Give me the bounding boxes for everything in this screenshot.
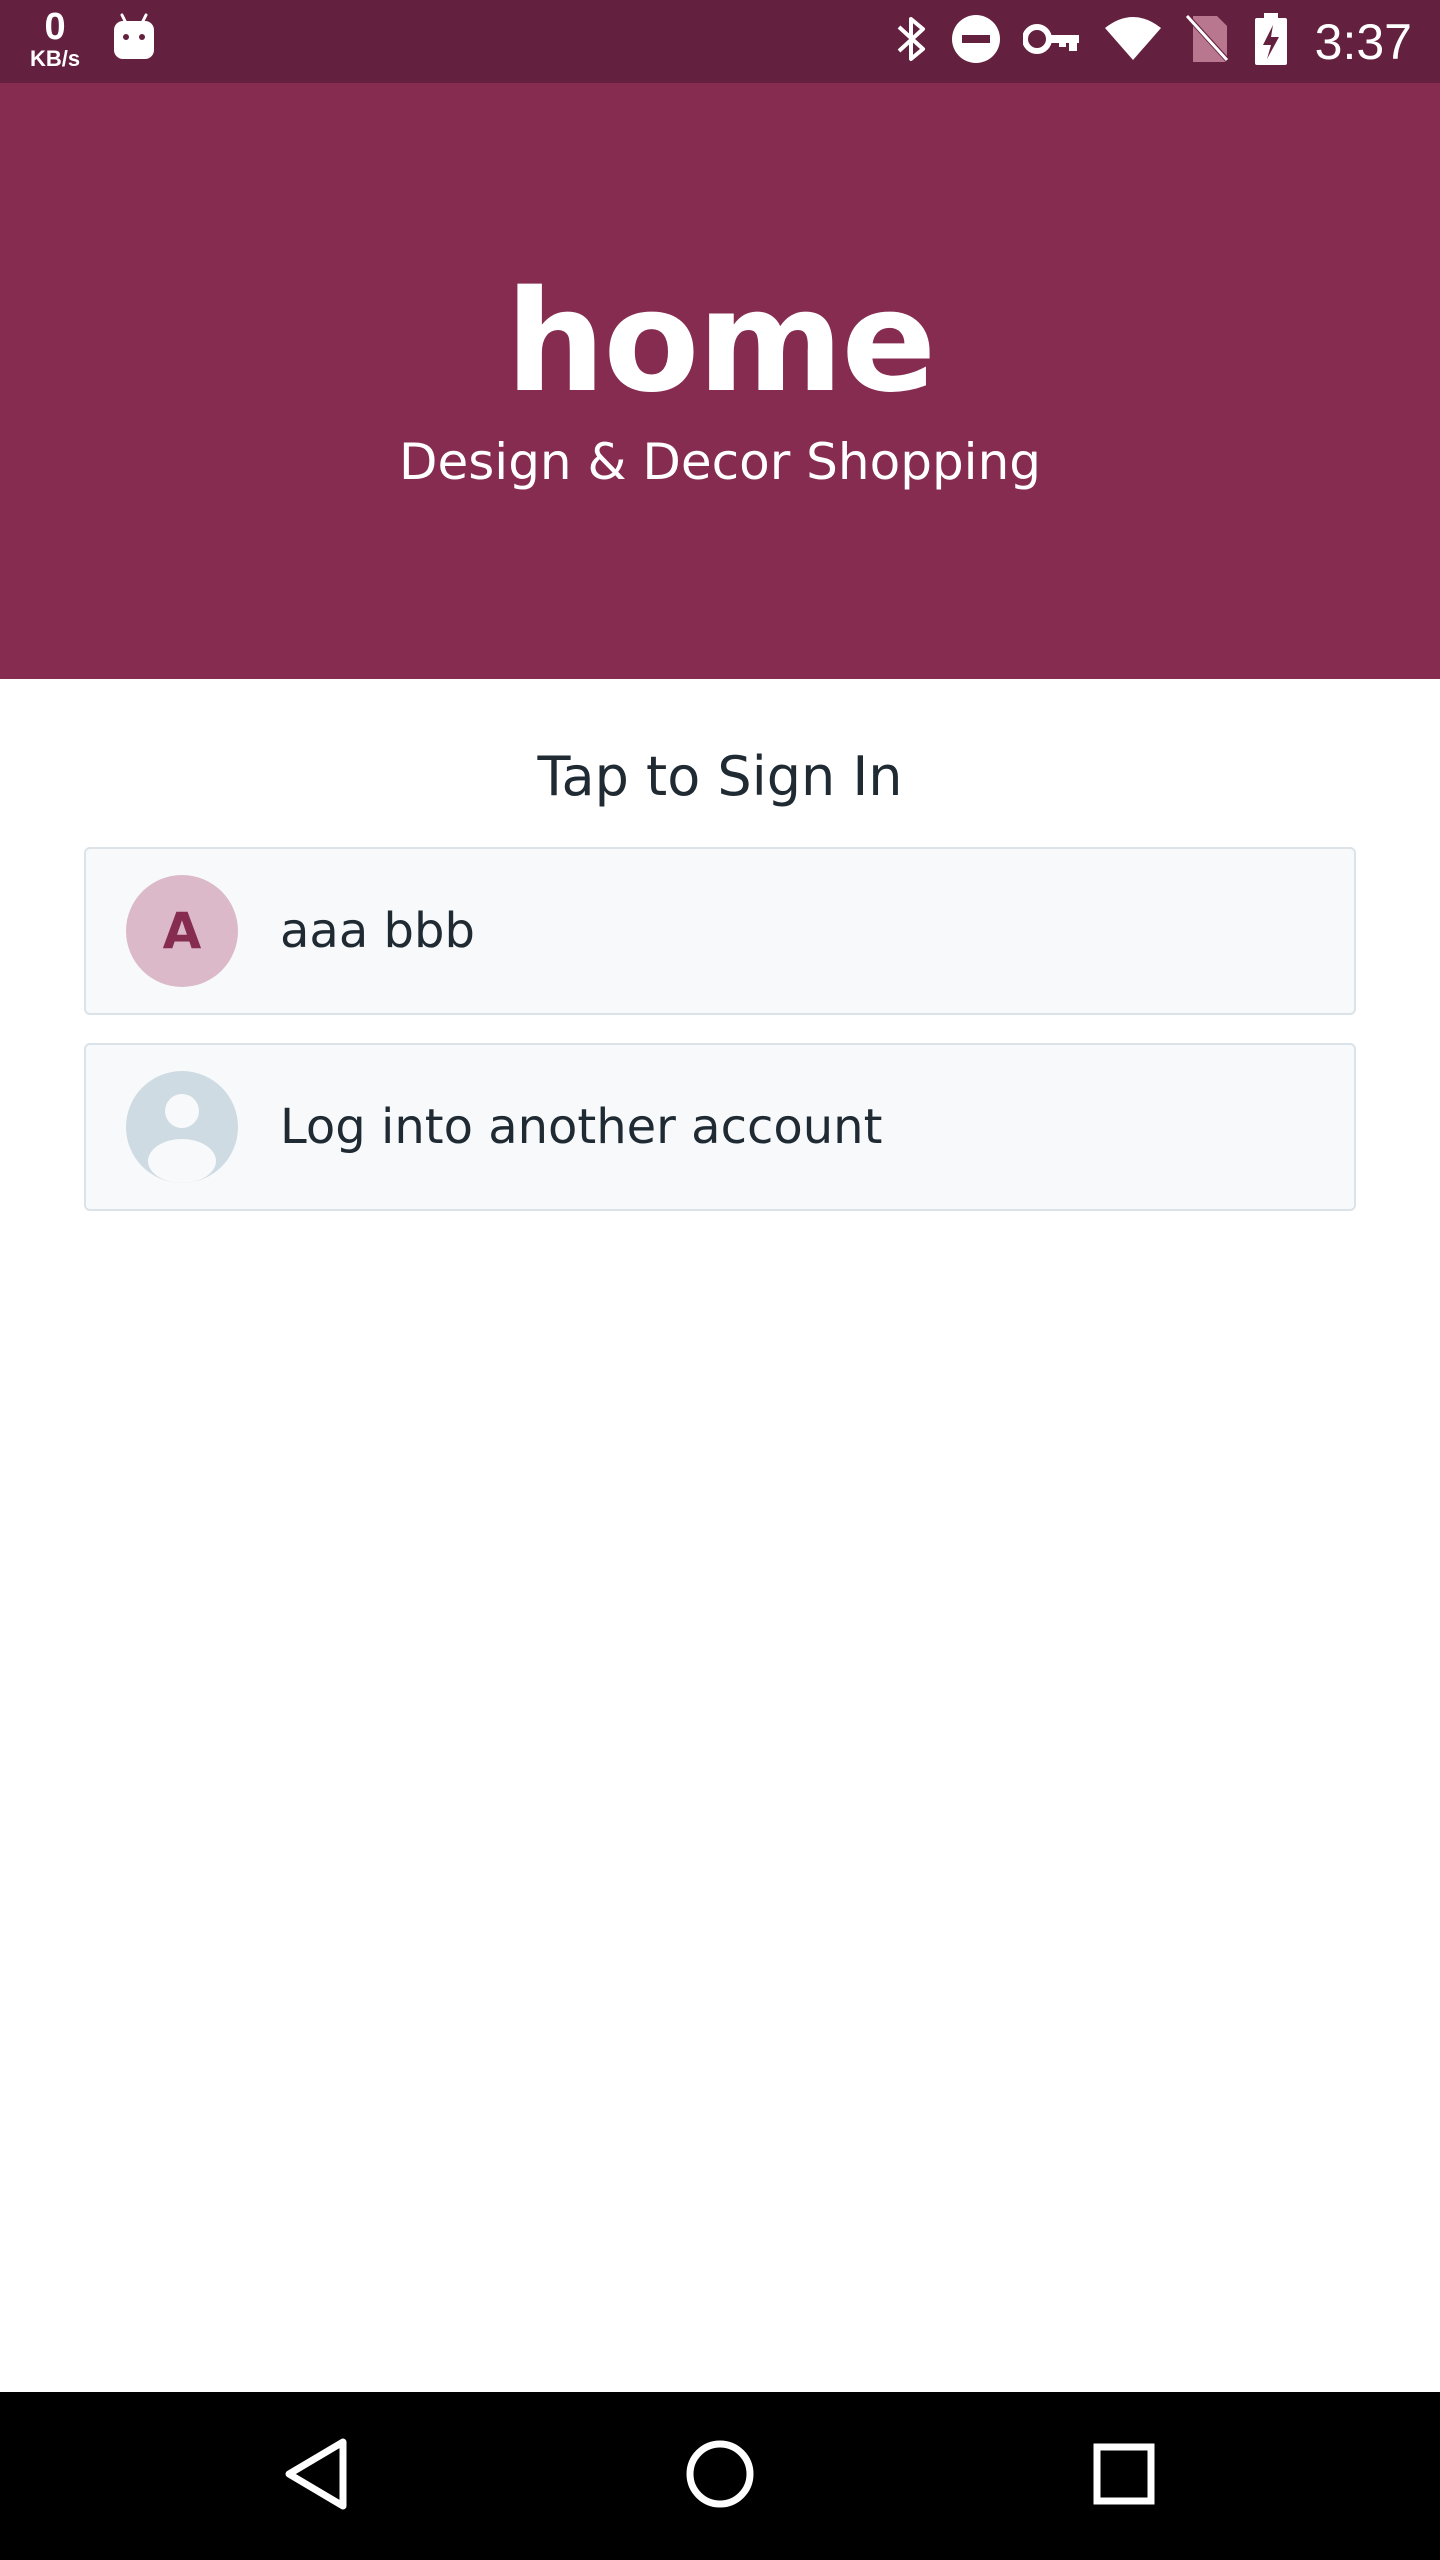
avatar-initial: A	[162, 902, 202, 960]
do-not-disturb-icon	[951, 14, 1001, 69]
person-icon	[126, 1071, 238, 1183]
account-item[interactable]: A aaa bbb	[84, 847, 1356, 1015]
status-bar: 0 KB/s 3:37	[0, 0, 1440, 83]
vpn-key-icon	[1021, 19, 1081, 64]
no-sim-icon	[1185, 12, 1231, 71]
log-into-another-account-label: Log into another account	[280, 1099, 883, 1155]
home-icon	[684, 2438, 756, 2515]
wifi-icon	[1103, 16, 1163, 67]
network-speed-unit: KB/s	[30, 46, 81, 71]
status-right: 3:37	[893, 0, 1412, 83]
battery-charging-icon	[1253, 11, 1289, 72]
android-icon	[112, 13, 156, 66]
status-left: 0 KB/s	[30, 8, 156, 70]
log-into-another-account-button[interactable]: Log into another account	[84, 1043, 1356, 1211]
navigation-bar	[0, 2392, 1440, 2560]
recents-icon	[1093, 2443, 1155, 2510]
app-header: home Design & Decor Shopping	[0, 83, 1440, 679]
logo-text: home	[505, 261, 937, 424]
avatar: A	[126, 875, 238, 987]
app-logo: home	[0, 261, 1440, 424]
bluetooth-icon	[893, 13, 929, 70]
account-name: aaa bbb	[280, 903, 475, 959]
network-speed-value: 0	[44, 6, 66, 48]
recents-button[interactable]	[1024, 2392, 1224, 2560]
status-time: 3:37	[1314, 13, 1412, 70]
back-button[interactable]	[216, 2392, 416, 2560]
sign-in-title: Tap to Sign In	[537, 745, 903, 808]
app-tagline: Design & Decor Shopping	[398, 433, 1042, 491]
home-button[interactable]	[620, 2392, 820, 2560]
network-speed-indicator: 0 KB/s	[30, 8, 80, 70]
back-icon	[281, 2436, 351, 2517]
